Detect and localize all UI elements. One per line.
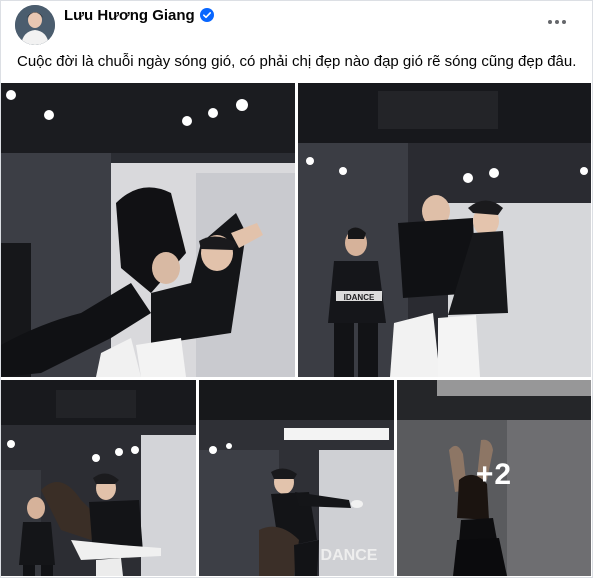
photo-1[interactable] [1, 83, 295, 377]
photo-5[interactable]: +2 [397, 380, 591, 576]
photo-2[interactable]: IDANCE [298, 83, 591, 377]
dance-photo-image [1, 380, 196, 576]
post-caption: Cuộc đời là chuỗi ngày sóng gió, có phải… [17, 53, 577, 70]
post-header: Lưu Hương Giang [1, 1, 593, 45]
jersey-text: IDANCE [344, 293, 375, 302]
verified-badge-icon [199, 8, 214, 22]
facebook-post: Lưu Hương Giang Cuộc đời là chuỗi ngày s… [0, 0, 593, 578]
dance-photo-image [1, 83, 295, 377]
photo-3[interactable] [1, 380, 196, 576]
more-photos-count[interactable]: +2 [397, 458, 591, 492]
author-row: Lưu Hương Giang [64, 5, 214, 25]
wall-text: DANCE [321, 547, 378, 564]
more-options-button[interactable] [541, 9, 573, 35]
avatar[interactable] [15, 5, 55, 45]
dance-photo-image: IDANCE [298, 83, 591, 377]
author-name[interactable]: Lưu Hương Giang [64, 7, 195, 24]
photo-4[interactable]: DANCE [199, 380, 394, 576]
dance-photo-image: DANCE [199, 380, 394, 576]
more-horizontal-icon [548, 20, 566, 24]
